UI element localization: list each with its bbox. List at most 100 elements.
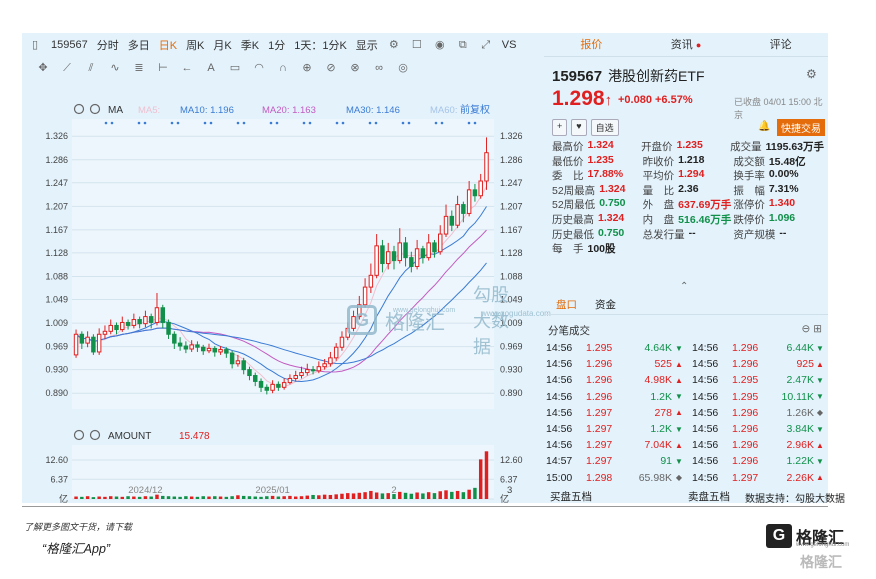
eye-icon[interactable]: ◎ <box>396 61 410 75</box>
stat-cell: 开盘价 1.235 <box>641 139 730 154</box>
y-tick-label-left: 1.247 <box>45 178 68 188</box>
arc-tool-icon[interactable]: ◠ <box>252 61 266 75</box>
display-menu[interactable]: 显示 <box>356 37 378 53</box>
tab-capital[interactable]: 资金 <box>595 297 616 314</box>
link-icon[interactable]: ∞ <box>372 61 386 75</box>
copy-icon[interactable]: ⧉ <box>456 38 470 52</box>
marker-dot <box>143 121 147 125</box>
magnet-icon[interactable]: ∩ <box>276 61 290 75</box>
sidebar-toggle-icon[interactable]: ▯ <box>28 38 42 52</box>
marker-dot <box>308 121 312 125</box>
candle-body <box>160 307 165 323</box>
add-button[interactable]: + <box>552 119 568 136</box>
buy5-label[interactable]: 买盘五档 <box>550 489 592 504</box>
arrow-tool-icon[interactable]: ← <box>180 61 194 75</box>
stat-label: 涨停价 <box>733 199 765 212</box>
quote-stats: 最高价 1.324 开盘价 1.235 成交量 1195.63万手 最低价 1.235 昨收价 1… <box>552 139 824 256</box>
marker-dot <box>275 121 279 125</box>
checkbox-icon[interactable]: ☐ <box>410 38 424 52</box>
tick-volume: 4.98K <box>644 374 672 387</box>
candle-body <box>143 316 148 325</box>
period-weekly-k[interactable]: 周K <box>186 37 204 53</box>
lock-icon[interactable]: ⊕ <box>300 61 314 75</box>
candle-body <box>224 349 229 354</box>
candle-body <box>478 180 483 197</box>
camera-icon[interactable]: ◉ <box>433 38 447 52</box>
stat-value: 0.750 <box>598 226 625 239</box>
stat-label: 成交额 <box>733 155 765 168</box>
channel-tool-icon[interactable]: ⫽ <box>84 61 98 75</box>
stat-label: 平均价 <box>642 170 675 183</box>
y-tick-label-left: 1.009 <box>45 318 68 328</box>
amount-settings-icon[interactable] <box>73 429 85 441</box>
adjust-mode[interactable]: 前复权 <box>460 103 490 116</box>
volume-bar <box>334 494 338 499</box>
volume-bar <box>484 451 489 499</box>
tick-time: 14:56 <box>692 455 719 468</box>
candle-body <box>385 251 391 265</box>
stat-cell: 量 比 2.36 <box>643 183 734 198</box>
period-1min[interactable]: 1分 <box>268 37 285 53</box>
bell-icon[interactable]: 🔔 <box>758 121 770 132</box>
collapse-chevron-icon[interactable]: ⌃ <box>680 281 688 292</box>
price-plot-bg <box>72 119 494 409</box>
y-tick-label-left: 1.088 <box>45 271 68 281</box>
tab-comments[interactable]: 评论 <box>733 33 828 56</box>
period-daily-k[interactable]: 日K <box>159 37 177 53</box>
tab-quote[interactable]: 报价 <box>544 33 639 56</box>
compare-button[interactable]: VS <box>502 39 517 51</box>
move-icon[interactable]: ✥ <box>36 61 50 75</box>
fib-tool-icon[interactable]: ≣ <box>132 61 146 75</box>
tick-volume: 278 <box>654 406 672 419</box>
period-intraday[interactable]: 分时 <box>97 37 119 53</box>
period-quarterly-k[interactable]: 季K <box>241 37 259 53</box>
marker-dot <box>467 121 471 125</box>
candle-body <box>108 324 113 332</box>
stat-cell: 昨收价 1.218 <box>643 154 734 169</box>
quote-settings-icon[interactable]: ⚙ <box>806 67 817 81</box>
candle-body <box>195 344 200 348</box>
volume-bar <box>455 490 460 499</box>
tab-news[interactable]: 资讯 ● <box>639 33 734 56</box>
candle-body <box>397 242 403 262</box>
text-tool-icon[interactable]: A <box>204 61 218 75</box>
measure-tool-icon[interactable]: ⊢ <box>156 61 170 75</box>
line-tool-icon[interactable]: ⟋ <box>60 61 74 75</box>
delete-icon[interactable]: ⊗ <box>348 61 362 75</box>
ticks-grid-icon[interactable]: ⊞ <box>813 323 822 335</box>
settings-icon[interactable]: ⚙ <box>387 38 401 52</box>
amount-hide-icon[interactable] <box>89 429 101 441</box>
period-monthly-k[interactable]: 月K <box>213 37 231 53</box>
ma-settings-icon[interactable] <box>73 103 85 115</box>
favorite-heart-icon[interactable]: ♥ <box>571 119 587 136</box>
watchlist-button[interactable]: 自选 <box>590 119 619 136</box>
fullscreen-icon[interactable]: ⤢ <box>479 38 493 52</box>
sell5-label[interactable]: 卖盘五档 <box>688 489 730 504</box>
drawing-toolbar: ✥ ⟋ ⫽ ∿ ≣ ⊢ ← A ▭ ◠ ∩ ⊕ ⊘ ⊗ ∞ ◎ <box>22 57 542 79</box>
candle-body <box>466 189 472 214</box>
ticks-more-icon[interactable]: ⊖ <box>801 323 810 335</box>
note-tool-icon[interactable]: ▭ <box>228 61 242 75</box>
tab-order-book[interactable]: 盘口 <box>556 297 577 314</box>
candle-body <box>310 369 316 372</box>
candle-body <box>166 321 171 335</box>
tick-price: 1.297 <box>586 439 613 452</box>
stat-label: 外 盘 <box>642 199 675 212</box>
hide-icon[interactable]: ⊘ <box>324 61 338 75</box>
tick-direction-icon: ▲ <box>816 440 824 450</box>
tick-direction-icon: ▼ <box>816 343 824 353</box>
volume-bar <box>189 496 194 499</box>
volume-y-tick-right: 亿 <box>500 493 509 503</box>
ma-hide-icon[interactable] <box>89 103 101 115</box>
y-tick-label-right: 1.128 <box>500 248 523 258</box>
candle-body <box>247 369 252 377</box>
period-multiday[interactable]: 多日 <box>128 37 150 53</box>
tick-price: 1.296 <box>586 374 613 387</box>
wave-tool-icon[interactable]: ∿ <box>108 61 122 75</box>
fast-trade-button[interactable]: 快捷交易 <box>777 119 825 136</box>
candle-body <box>461 204 466 214</box>
tick-volume: 1.2K <box>650 423 672 436</box>
tick-direction-icon: ◆ <box>816 408 824 418</box>
tick-row: 14:56 1.296 4.98K ▲ 14:56 1.295 2.47K ▼ <box>546 372 826 388</box>
period-1day-1min[interactable]: 1天：1分K <box>294 37 347 53</box>
